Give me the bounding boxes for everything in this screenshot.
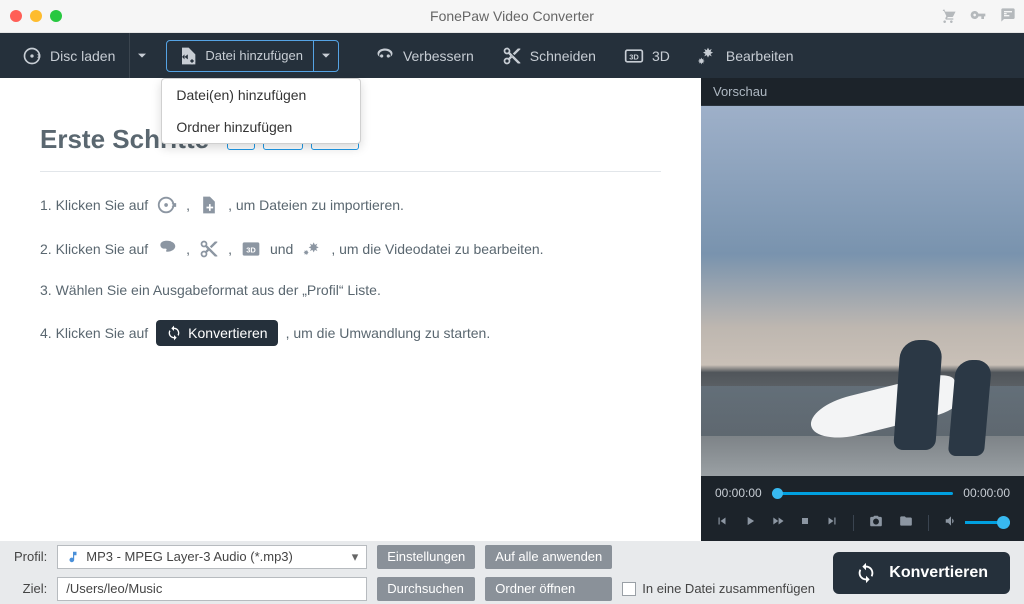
chevron-down-icon: ▾ (352, 549, 359, 565)
feedback-icon[interactable] (1000, 7, 1016, 26)
3d-label: 3D (652, 48, 670, 64)
add-file-dropdown-menu: Datei(en) hinzufügen Ordner hinzufügen (161, 78, 361, 144)
time-bar: 00:00:00 00:00:00 (715, 486, 1010, 500)
disc-load-button[interactable]: Disc laden (8, 33, 129, 78)
divider (853, 515, 854, 531)
titlebar: FonePaw Video Converter (0, 0, 1024, 33)
convert-button-label: Konvertieren (889, 564, 988, 582)
preview-controls: 00:00:00 00:00:00 (701, 476, 1024, 541)
fast-forward-icon[interactable] (771, 514, 785, 531)
enhance-button[interactable]: Verbessern (361, 33, 488, 78)
divider (928, 515, 929, 531)
step-4: 4. Klicken Sie auf Konvertieren , um die… (40, 320, 661, 346)
dest-label: Ziel: (14, 581, 47, 596)
profile-select[interactable]: MP3 - MPEG Layer-3 Audio (*.mp3) ▾ (57, 545, 367, 569)
step4-text-post: , um die Umwandlung zu starten. (286, 325, 491, 341)
step-1: 1. Klicken Sie auf , , um Dateien zu imp… (40, 194, 661, 216)
stop-icon[interactable] (799, 515, 811, 530)
step-3: 3. Wählen Sie ein Ausgabeformat aus der … (40, 282, 661, 298)
add-file-group: Datei hinzufügen Datei(en) hinzufügen Or… (166, 40, 339, 72)
titlebar-actions (940, 7, 1016, 26)
seek-slider[interactable] (772, 492, 954, 495)
app-title: FonePaw Video Converter (0, 8, 1024, 24)
disc-load-group: Disc laden (8, 33, 154, 78)
volume-slider[interactable] (965, 521, 1010, 524)
disc-icon (156, 194, 178, 216)
add-file-button[interactable]: Datei hinzufügen (167, 41, 313, 71)
main-toolbar: Disc laden Datei hinzufügen Datei(en) hi… (0, 33, 1024, 78)
folder-icon[interactable] (898, 514, 914, 531)
step2-and: und (270, 241, 293, 257)
palette-icon (156, 238, 178, 260)
cart-icon[interactable] (940, 7, 956, 26)
profile-label: Profil: (14, 549, 47, 564)
edit-button[interactable]: Bearbeiten (684, 33, 808, 78)
3d-box-icon: 3D (240, 238, 262, 260)
enhance-label: Verbessern (403, 48, 474, 64)
step2-text-post: , um die Videodatei zu bearbeiten. (331, 241, 543, 257)
profile-value: MP3 - MPEG Layer-3 Audio (*.mp3) (86, 549, 293, 564)
playback-buttons (715, 514, 1010, 531)
output-settings: Profil: MP3 - MPEG Layer-3 Audio (*.mp3)… (14, 545, 815, 601)
convert-button[interactable]: Konvertieren (833, 552, 1010, 594)
getting-started-panel: Erste Schritte 4K UHD HEVC 1. Klicken Si… (0, 78, 701, 541)
volume-control (943, 514, 1010, 531)
add-file-label: Datei hinzufügen (205, 48, 303, 63)
cut-button[interactable]: Schneiden (488, 33, 610, 78)
snapshot-icon[interactable] (868, 514, 884, 531)
play-icon[interactable] (743, 514, 757, 531)
merge-checkbox[interactable] (622, 582, 636, 596)
open-folder-button[interactable]: Ordner öffnen (485, 577, 612, 601)
time-end: 00:00:00 (963, 486, 1010, 500)
dest-value: /Users/leo/Music (66, 581, 162, 596)
svg-text:3D: 3D (246, 245, 256, 254)
divider (40, 171, 661, 172)
step1-text-pre: 1. Klicken Sie auf (40, 197, 148, 213)
add-file-dropdown-toggle[interactable] (313, 41, 338, 71)
disc-dropdown[interactable] (129, 33, 154, 78)
step3-text: 3. Wählen Sie ein Ausgabeformat aus der … (40, 282, 381, 298)
preview-title: Vorschau (701, 78, 1024, 106)
dropdown-add-files[interactable]: Datei(en) hinzufügen (162, 79, 360, 111)
dest-input[interactable]: /Users/leo/Music (57, 577, 367, 601)
key-icon[interactable] (970, 7, 986, 26)
step2-text-pre: 2. Klicken Sie auf (40, 241, 148, 257)
time-start: 00:00:00 (715, 486, 762, 500)
svg-text:3D: 3D (629, 52, 639, 61)
dropdown-add-folder[interactable]: Ordner hinzufügen (162, 111, 360, 143)
skip-prev-icon[interactable] (715, 514, 729, 531)
scissors-icon (198, 238, 220, 260)
preview-thumbnail (701, 106, 1024, 476)
step-2: 2. Klicken Sie auf , , 3D und , um die V… (40, 238, 661, 260)
file-add-icon (198, 194, 220, 216)
cut-label: Schneiden (530, 48, 596, 64)
content-area: Erste Schritte 4K UHD HEVC 1. Klicken Si… (0, 78, 1024, 541)
skip-next-icon[interactable] (825, 514, 839, 531)
preview-panel: Vorschau 00:00:00 00:00:00 (701, 78, 1024, 541)
3d-button[interactable]: 3D 3D (610, 33, 684, 78)
step4-text-pre: 4. Klicken Sie auf (40, 325, 148, 341)
stars-icon (301, 238, 323, 260)
edit-label: Bearbeiten (726, 48, 794, 64)
convert-pill: Konvertieren (156, 320, 277, 346)
apply-all-button[interactable]: Auf alle anwenden (485, 545, 612, 569)
settings-button[interactable]: Einstellungen (377, 545, 475, 569)
convert-pill-label: Konvertieren (188, 325, 267, 341)
merge-row: In eine Datei zusammenfügen (622, 581, 815, 596)
speaker-icon[interactable] (943, 514, 959, 531)
disc-load-label: Disc laden (50, 48, 115, 64)
merge-label: In eine Datei zusammenfügen (642, 581, 815, 596)
step1-text-post: , um Dateien zu importieren. (228, 197, 404, 213)
browse-button[interactable]: Durchsuchen (377, 577, 475, 601)
bottom-bar: Profil: MP3 - MPEG Layer-3 Audio (*.mp3)… (0, 541, 1024, 604)
